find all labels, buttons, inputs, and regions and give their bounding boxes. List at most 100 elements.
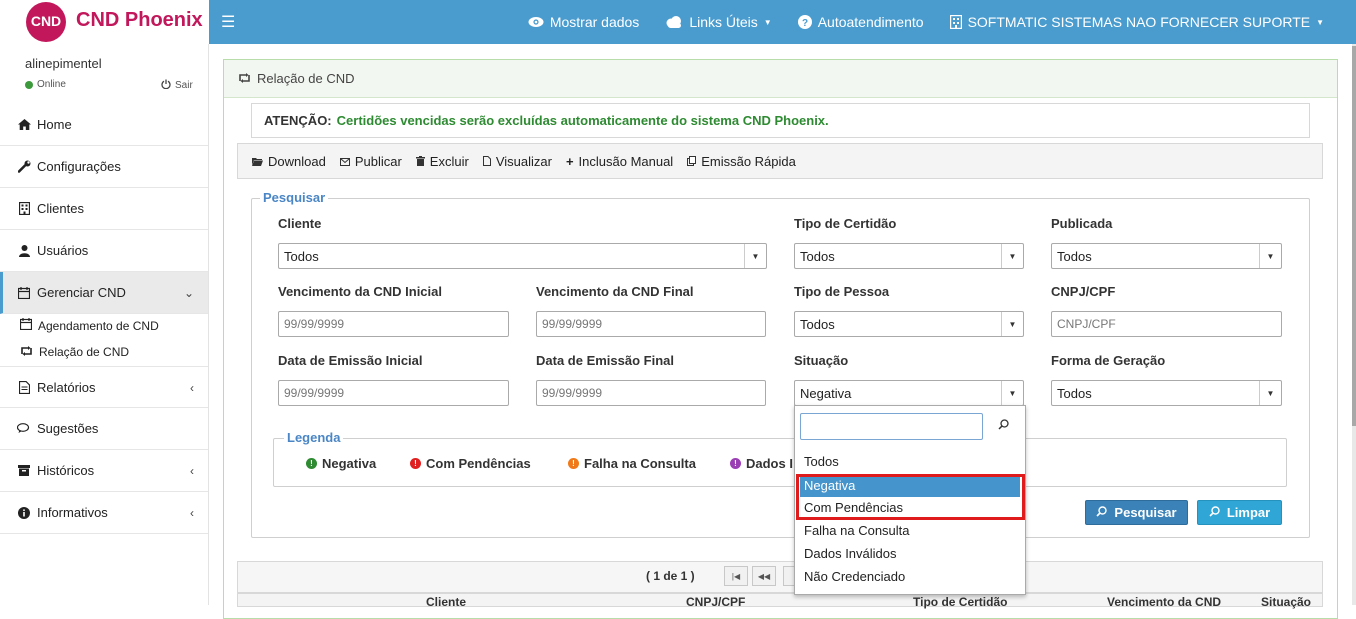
pagination-bar (237, 561, 1323, 593)
dropdown-option[interactable]: Todos (804, 454, 839, 469)
sidebar-item-configuracoes[interactable]: Configurações (0, 146, 208, 188)
sidebar-item-label: Usuários (37, 243, 89, 258)
top-bar: CND CND Phoenix ☰ Mostrar dados Links Út… (0, 0, 1356, 44)
page-scrollbar-thumb[interactable] (1352, 46, 1356, 426)
calendar-icon (17, 286, 31, 299)
question-circle-icon: ? (797, 15, 812, 29)
expiry-warning: ATENÇÃO: Certidões vencidas serão excluí… (251, 103, 1310, 138)
sidebar-item-home[interactable]: Home (0, 104, 208, 146)
dropdown-option[interactable]: Falha na Consulta (804, 523, 910, 538)
sidebar-item-clientes[interactable]: Clientes (0, 188, 208, 230)
search-icon (998, 418, 1009, 433)
cliente-select[interactable]: Todos ▼ (278, 243, 767, 269)
sidebar-subitem-label: Agendamento de CND (38, 318, 159, 333)
home-icon (17, 119, 31, 130)
publish-button[interactable]: Publicar (339, 154, 402, 169)
dropdown-search-input[interactable] (800, 413, 983, 440)
tipo-pessoa-select[interactable]: Todos ▼ (794, 311, 1024, 337)
chevron-down-icon: ⌄ (183, 286, 194, 300)
company-dropdown[interactable]: SOFTMATIC SISTEMAS NAO FORNECER SUPORTE … (949, 14, 1324, 30)
logo-badge: CND (26, 2, 66, 42)
useful-links-label: Links Úteis (689, 14, 758, 30)
emissao-inicial-input[interactable]: 99/99/9999 (278, 380, 509, 406)
power-icon (161, 79, 171, 92)
search-button[interactable]: Pesquisar (1085, 500, 1188, 525)
svg-text:?: ? (802, 18, 808, 29)
sidebar-item-relatorios[interactable]: Relatórios ‹ (0, 366, 208, 408)
sidebar-item-gerenciar-cnd[interactable]: Gerenciar CND ⌄ (0, 272, 208, 314)
chevron-left-icon: ‹ (190, 381, 194, 395)
emissao-final-label: Data de Emissão Final (536, 353, 674, 368)
panel-header: Relação de CND (224, 60, 1337, 98)
sidebar-subitem-relacao[interactable]: Relação de CND (20, 345, 129, 359)
sidebar-item-label: Clientes (37, 201, 84, 216)
quick-issue-button[interactable]: Emissão Rápida (687, 154, 796, 169)
page-counter: ( 1 de 1 ) (646, 569, 695, 583)
search-legend: Pesquisar (260, 190, 329, 205)
emissao-inicial-label: Data de Emissão Inicial (278, 353, 423, 368)
dropdown-option[interactable]: Não Credenciado (804, 569, 905, 584)
brand-logo[interactable]: CND CND Phoenix (0, 0, 209, 44)
cnpj-input[interactable]: CNPJ/CPF (1051, 311, 1282, 337)
column-header[interactable]: Situação (1261, 595, 1311, 609)
status-exclamation-icon: ! (568, 458, 579, 469)
cnpj-label: CNPJ/CPF (1051, 284, 1116, 299)
caret-down-icon: ▼ (1316, 17, 1324, 27)
sidebar-item-informativos[interactable]: Informativos ‹ (0, 492, 208, 534)
delete-button[interactable]: Excluir (415, 154, 469, 169)
download-label: Download (268, 153, 326, 169)
publicada-value: Todos (1057, 248, 1092, 264)
clear-button[interactable]: Limpar (1197, 500, 1282, 525)
retweet-icon (20, 345, 33, 359)
chevron-down-icon: ▼ (1259, 381, 1281, 405)
file-icon (482, 154, 491, 169)
view-button[interactable]: Visualizar (482, 154, 552, 169)
cloud-icon (665, 16, 683, 28)
venc-inicial-input[interactable]: 99/99/9999 (278, 311, 509, 337)
show-data-link[interactable]: Mostrar dados (528, 14, 639, 30)
self-service-link[interactable]: ? Autoatendimento (797, 14, 924, 30)
download-button[interactable]: Download (252, 154, 326, 169)
first-page-icon[interactable]: |◀ (724, 566, 748, 586)
legend-com-pendencias: ! Com Pendências (410, 456, 531, 471)
sidebar-item-usuarios[interactable]: Usuários (0, 230, 208, 272)
forma-geracao-label: Forma de Geração (1051, 353, 1166, 368)
info-circle-icon (17, 506, 31, 519)
chevron-down-icon: ▼ (1259, 244, 1281, 268)
publicada-select[interactable]: Todos ▼ (1051, 243, 1282, 269)
logout-link[interactable]: Sair (161, 79, 193, 92)
caret-down-icon: ▼ (763, 17, 772, 27)
legend-label: Dados I (746, 456, 793, 471)
status-exclamation-icon: ! (410, 458, 421, 469)
sidebar-item-label: Configurações (37, 159, 121, 174)
tipo-certidao-select[interactable]: Todos ▼ (794, 243, 1024, 269)
forma-geracao-select[interactable]: Todos ▼ (1051, 380, 1282, 406)
page-title: Relação de CND (257, 71, 355, 86)
useful-links-dropdown[interactable]: Links Úteis ▼ (665, 14, 772, 30)
status-exclamation-icon: ! (730, 458, 741, 469)
building-icon (949, 15, 962, 29)
file-icon (17, 380, 31, 394)
manual-add-button[interactable]: + Inclusão Manual (566, 154, 673, 169)
column-header[interactable]: Tipo de Certidão (913, 595, 1007, 609)
sidebar-item-historicos[interactable]: Históricos ‹ (0, 450, 208, 492)
legend-title: Legenda (284, 430, 344, 445)
venc-final-input[interactable]: 99/99/9999 (536, 311, 766, 337)
sidebar-item-label: Históricos (37, 463, 95, 478)
column-header[interactable]: Cliente (426, 595, 466, 609)
plus-icon: + (565, 153, 574, 169)
chevron-left-icon: ‹ (190, 464, 194, 478)
logout-label: Sair (175, 80, 193, 91)
dropdown-option[interactable]: Dados Inválidos (804, 546, 897, 561)
column-header[interactable]: CNPJ/CPF (686, 595, 745, 609)
sidebar-item-sugestoes[interactable]: Sugestões (0, 408, 208, 450)
emissao-final-input[interactable]: 99/99/9999 (536, 380, 766, 406)
hamburger-menu-icon[interactable]: ☰ (221, 12, 235, 32)
situacao-select[interactable]: Negativa ▼ (794, 380, 1024, 406)
forma-geracao-value: Todos (1057, 385, 1092, 401)
column-header[interactable]: Vencimento da CND (1107, 595, 1221, 609)
prev-page-icon[interactable]: ◀◀ (752, 566, 776, 586)
sidebar-subitem-agendamento[interactable]: Agendamento de CND (19, 318, 159, 333)
legend-falha-consulta: ! Falha na Consulta (568, 456, 696, 471)
publicada-label: Publicada (1051, 216, 1113, 231)
